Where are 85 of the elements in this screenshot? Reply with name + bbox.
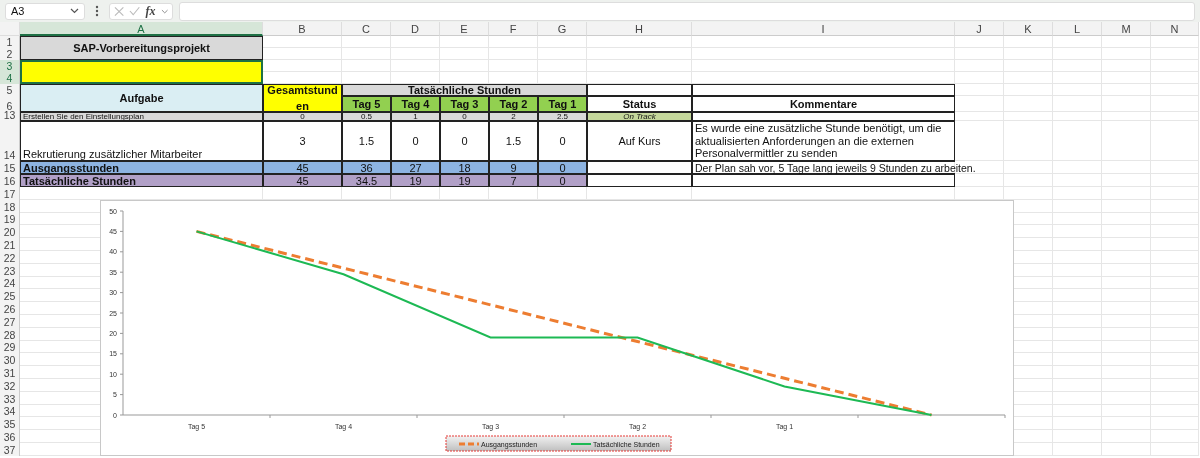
column-header[interactable]: M	[1102, 22, 1151, 36]
task-cell: Tatsächliche Stunden	[20, 174, 263, 187]
title-cell: SAP-Vorbereitungsprojekt	[20, 36, 263, 60]
task-cell: Ausgangsstunden	[20, 161, 263, 174]
caret-icon	[160, 8, 168, 14]
legend-line	[459, 442, 479, 446]
header-cell: Aufgabe	[20, 84, 263, 112]
table-cell: 0	[440, 121, 489, 161]
column-header[interactable]: F	[489, 22, 538, 36]
row-header[interactable]: 3	[0, 60, 20, 72]
row-header[interactable]: 4	[0, 72, 20, 84]
header-cell: Tatsächliche Stunden	[342, 84, 587, 96]
column-header[interactable]: J	[955, 22, 1004, 36]
column-header[interactable]: K	[1004, 22, 1053, 36]
status-cell: Auf Kurs	[587, 121, 692, 161]
name-box[interactable]: A3	[5, 2, 85, 20]
table-cell: 0	[538, 121, 587, 161]
row-header[interactable]: 14	[0, 121, 20, 161]
comment-text: Der Plan sah vor, 5 Tage lang jeweils 9 Stunden zu arbeiten.	[694, 161, 977, 174]
table-cell: 0.5	[342, 112, 391, 121]
row-header[interactable]: 25	[0, 289, 20, 303]
insert-function-button[interactable]: fx	[145, 3, 156, 19]
table-cell: 2.5	[538, 112, 587, 121]
comment-text: Es wurde eine zusätzliche Stunde benötigt, um die aktualisierten Anforderungen an die externen Personalvermittler zu senden	[694, 121, 943, 161]
row-header[interactable]: 2	[0, 48, 20, 60]
row-header[interactable]: 21	[0, 238, 20, 251]
row-header[interactable]: 16	[0, 174, 20, 187]
table-cell: 45	[263, 161, 342, 174]
column-header[interactable]: D	[391, 22, 440, 36]
column-header[interactable]: C	[342, 22, 391, 36]
row-header[interactable]: 5	[0, 84, 20, 96]
column-header[interactable]: G	[538, 22, 587, 36]
header-cell: Tag 3	[440, 96, 489, 112]
table-cell: 1.5	[342, 121, 391, 161]
column-header[interactable]: E	[440, 22, 489, 36]
row-header[interactable]: 35	[0, 417, 20, 431]
header-cell: Tag 2	[489, 96, 538, 112]
row-header[interactable]: 20	[0, 225, 20, 239]
table-cell: 19	[391, 174, 440, 187]
table-cell: 0	[391, 121, 440, 161]
task-cell: Rekrutierung zusätzlicher Mitarbeiter	[20, 121, 263, 161]
more-options-icon[interactable]	[95, 5, 99, 17]
cancel-icon[interactable]	[114, 5, 125, 17]
row-header[interactable]: 31	[0, 366, 20, 379]
row-header[interactable]: 17	[0, 187, 20, 200]
table-cell: 27	[391, 161, 440, 174]
table-cell: 1.5	[489, 121, 538, 161]
table-cell: 1	[391, 112, 440, 121]
column-header[interactable]: L	[1053, 22, 1102, 36]
row-header[interactable]: 26	[0, 302, 20, 315]
table-cell: 0	[263, 112, 342, 121]
legend-line	[570, 443, 592, 445]
header-cell: Tag 4	[391, 96, 440, 112]
header-cell: Tag 1	[538, 96, 587, 112]
row-header[interactable]: 6	[0, 96, 20, 112]
column-header[interactable]: H	[587, 22, 692, 36]
header-cell: Kommentare	[692, 96, 955, 112]
row-header[interactable]: 15	[0, 161, 20, 174]
row-header[interactable]: 36	[0, 430, 20, 443]
table-cell: 0	[538, 161, 587, 174]
table-cell: 0	[440, 112, 489, 121]
table-cell: 36	[342, 161, 391, 174]
column-header[interactable]: B	[263, 22, 342, 36]
header-cell: Tag 5	[342, 96, 391, 112]
column-header[interactable]: I	[692, 22, 955, 36]
row-header[interactable]: 1	[0, 36, 20, 48]
check-icon[interactable]	[129, 6, 141, 16]
formula-input[interactable]	[179, 1, 1195, 21]
header-cell: Gesamtstunden	[263, 84, 342, 112]
select-all-corner[interactable]	[0, 22, 20, 36]
caret-icon	[70, 8, 79, 14]
table-cell: 34.5	[342, 174, 391, 187]
column-header[interactable]: A	[20, 22, 263, 36]
row-header[interactable]: 30	[0, 353, 20, 367]
header-cell: Status	[587, 96, 692, 112]
table-cell: 0	[538, 174, 587, 187]
table-cell: 9	[489, 161, 538, 174]
table-cell: 45	[263, 174, 342, 187]
column-header[interactable]: N	[1151, 22, 1199, 36]
selected-cell-range[interactable]	[20, 60, 263, 84]
table-cell: 2	[489, 112, 538, 121]
table-cell: 7	[489, 174, 538, 187]
table-cell: 19	[440, 174, 489, 187]
table-cell: 3	[263, 121, 342, 161]
table-cell: 18	[440, 161, 489, 174]
